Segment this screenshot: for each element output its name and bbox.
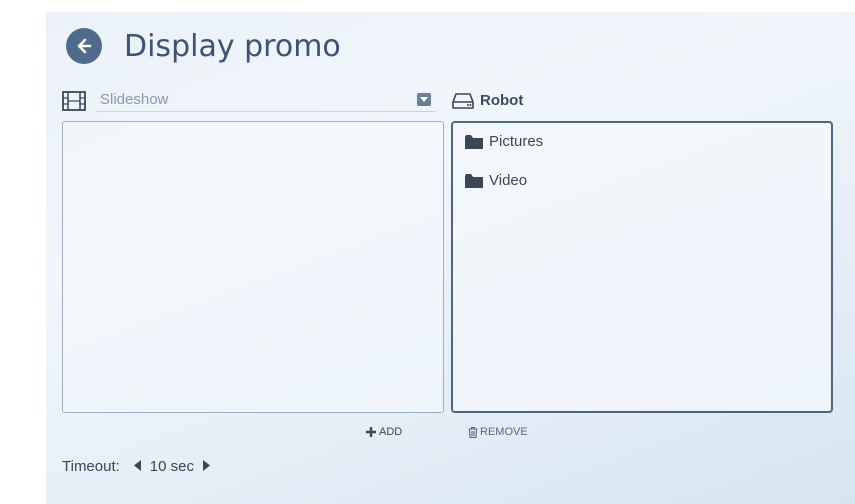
timeout-label: Timeout:: [62, 458, 120, 475]
caret-down-icon: [420, 96, 428, 102]
robot-label: Robot: [480, 92, 524, 109]
folder-icon: [465, 134, 483, 149]
page-title: Display promo: [124, 29, 341, 64]
decrease-timeout-button[interactable]: [133, 458, 142, 475]
trash-icon: [468, 426, 478, 438]
folder-icon: [465, 173, 483, 188]
robot-files-panel[interactable]: Pictures Video: [451, 121, 833, 413]
folder-item-pictures[interactable]: Pictures: [465, 133, 543, 150]
caret-right-icon: [203, 460, 210, 471]
drive-icon: [452, 93, 474, 109]
back-button[interactable]: [66, 28, 102, 64]
caret-left-icon: [133, 460, 141, 471]
timeout-control: Timeout: 10 sec: [62, 458, 210, 475]
plus-icon: [366, 427, 376, 437]
add-button[interactable]: ADD: [366, 426, 402, 438]
film-icon: [62, 91, 86, 111]
increase-timeout-button[interactable]: [202, 458, 210, 475]
display-promo-screen: Display promo Slideshow Robot Pictures V…: [46, 12, 855, 504]
slideshow-items-panel[interactable]: [62, 121, 444, 413]
add-label: ADD: [379, 426, 403, 438]
slideshow-select[interactable]: Slideshow: [100, 91, 168, 108]
dropdown-button[interactable]: [417, 93, 431, 106]
folder-label: Pictures: [489, 133, 544, 150]
remove-button[interactable]: REMOVE: [468, 426, 528, 438]
folder-label: Video: [489, 172, 528, 189]
timeout-value: 10 sec: [149, 458, 194, 475]
folder-item-video[interactable]: Video: [465, 172, 527, 189]
select-underline: [96, 111, 436, 112]
arrow-left-icon: [77, 38, 92, 54]
remove-label: REMOVE: [480, 426, 528, 438]
